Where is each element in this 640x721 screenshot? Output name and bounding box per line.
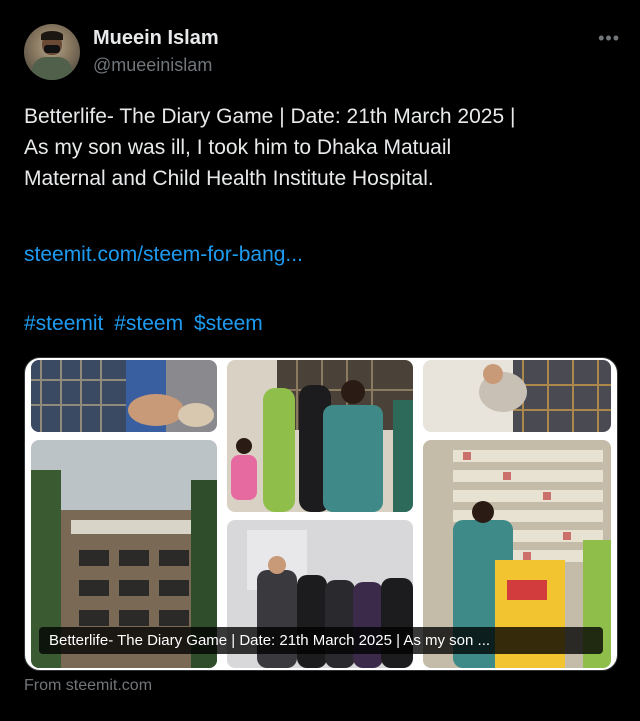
tweet-header: Mueein Islam @mueeinislam ••• (24, 24, 620, 80)
link-preview-caption: Betterlife- The Diary Game | Date: 21th … (39, 627, 603, 654)
user-handle[interactable]: @mueeinislam (93, 55, 212, 76)
hashtags: #steemit #steem $steem (24, 312, 268, 336)
link-source[interactable]: From steemit.com (24, 677, 152, 695)
display-name[interactable]: Mueein Islam (93, 27, 219, 50)
link-preview-card[interactable]: Betterlife- The Diary Game | Date: 21th … (24, 357, 618, 671)
tweet-text-line: As my son was ill, I took him to Dhaka M… (24, 136, 452, 159)
tweet-link[interactable]: steemit.com/steem-for-bang... (24, 243, 303, 267)
tweet-text: Betterlife- The Diary Game | Date: 21th … (24, 101, 616, 194)
photo-tile-3 (423, 360, 611, 432)
hashtag-steemit[interactable]: #steemit (24, 312, 103, 335)
photo-tile-2 (227, 360, 413, 512)
avatar[interactable] (24, 24, 80, 80)
cashtag-steem[interactable]: $steem (194, 312, 263, 335)
more-horizontal-icon[interactable]: ••• (598, 28, 620, 49)
photo-tile-1 (31, 360, 217, 432)
tweet-text-line: Betterlife- The Diary Game | Date: 21th … (24, 105, 516, 128)
hashtag-steem[interactable]: #steem (114, 312, 183, 335)
tweet-text-line: Maternal and Child Health Institute Hosp… (24, 167, 434, 190)
